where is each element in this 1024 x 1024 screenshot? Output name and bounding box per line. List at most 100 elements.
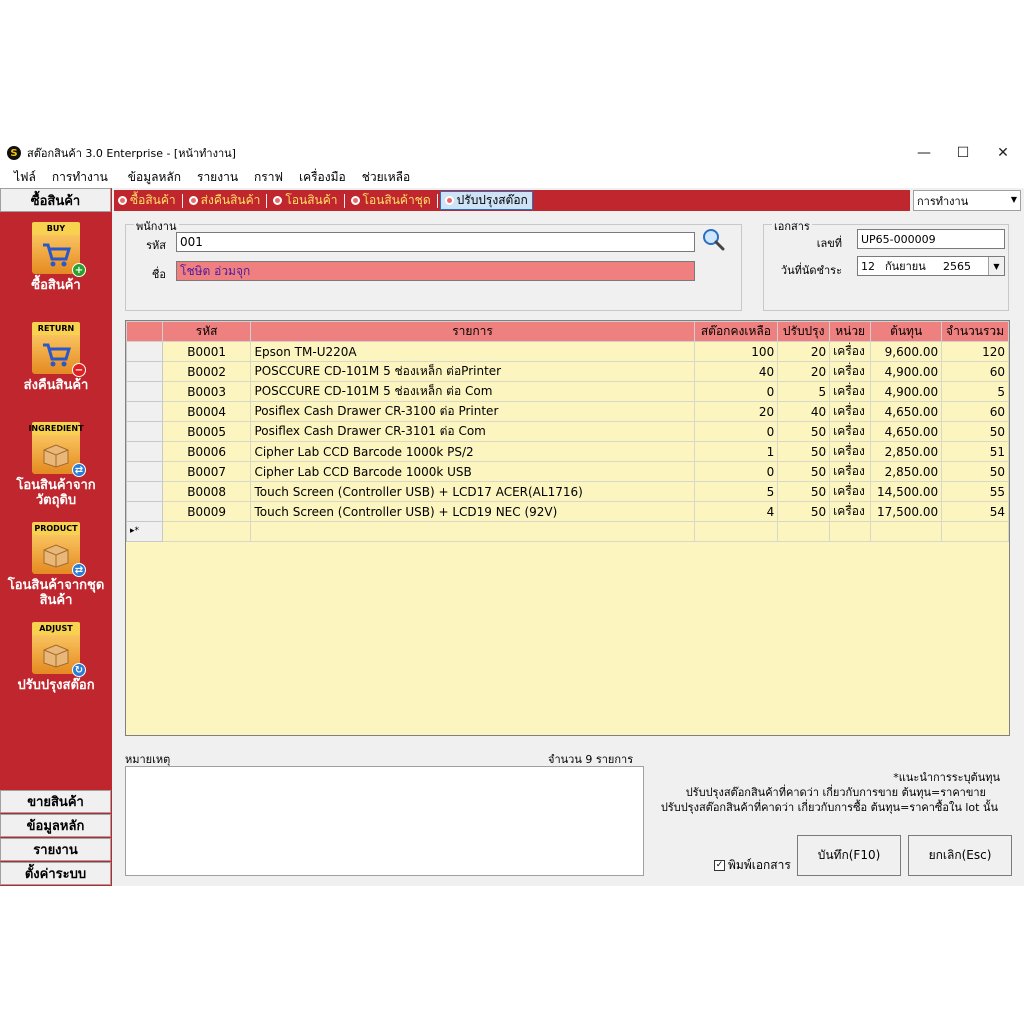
minimize-button[interactable]: — [904, 140, 944, 166]
save-button[interactable]: บันทึก(F10) [797, 835, 901, 876]
new-row-cell[interactable] [777, 521, 831, 542]
due-date-picker[interactable]: 12 กันยายน 2565 ▼ [857, 256, 1005, 276]
cell-item[interactable]: Posiflex Cash Drawer CR-3101 ต่อ Com [250, 421, 695, 442]
work-select[interactable]: การทำงาน ▼ [913, 190, 1021, 211]
cell-code[interactable]: B0006 [161, 441, 252, 462]
notes-textarea[interactable] [125, 766, 644, 876]
table-row[interactable]: B0002 POSCCURE CD-101M 5 ช่องเหล็ก ต่อPri… [126, 361, 1009, 382]
cell-unit[interactable]: เครื่อง [829, 481, 872, 502]
menu-tools[interactable]: เครื่องมือ [291, 168, 354, 187]
cell-cost[interactable]: 2,850.00 [870, 441, 943, 462]
cell-adjust[interactable]: 50 [777, 481, 831, 502]
cell-unit[interactable]: เครื่อง [829, 361, 872, 382]
cell-stock[interactable]: 0 [693, 381, 779, 402]
new-row-cell[interactable] [161, 521, 252, 542]
cell-code[interactable]: B0001 [161, 341, 252, 362]
menu-master-data[interactable]: ข้อมูลหลัก [120, 168, 189, 187]
menu-graph[interactable]: กราฟ [246, 168, 291, 187]
grid-header-code[interactable]: รหัส [161, 321, 252, 342]
grid-header-stock[interactable]: สต๊อกคงเหลือ [693, 321, 779, 342]
cell-stock[interactable]: 40 [693, 361, 779, 382]
sidebar-header[interactable]: ซื้อสินค้า [0, 188, 111, 212]
cell-code[interactable]: B0008 [161, 481, 252, 502]
cell-unit[interactable]: เครื่อง [829, 501, 872, 522]
new-row-cell[interactable] [693, 521, 779, 542]
sidebar-item-adjust[interactable]: ADJUST ↻ ปรับปรุงสต๊อก [0, 622, 112, 693]
row-selector[interactable] [126, 481, 163, 502]
row-selector[interactable] [126, 421, 163, 442]
cell-total[interactable]: 51 [941, 441, 1009, 462]
cell-unit[interactable]: เครื่อง [829, 421, 872, 442]
cell-total[interactable]: 5 [941, 381, 1009, 402]
grid-header-item[interactable]: รายการ [250, 321, 695, 342]
row-selector[interactable] [126, 461, 163, 482]
cell-unit[interactable]: เครื่อง [829, 441, 872, 462]
cell-cost[interactable]: 4,650.00 [870, 401, 943, 422]
menu-reports[interactable]: รายงาน [189, 168, 246, 187]
cell-stock[interactable]: 5 [693, 481, 779, 502]
cell-stock[interactable]: 0 [693, 461, 779, 482]
tab-buy[interactable]: ซื้อสินค้า [114, 191, 180, 210]
employee-code-field[interactable]: 001 [176, 232, 695, 252]
table-row[interactable]: B0005 Posiflex Cash Drawer CR-3101 ต่อ Co… [126, 421, 1009, 442]
menu-file[interactable]: ไฟล์ [0, 168, 44, 187]
cell-stock[interactable]: 1 [693, 441, 779, 462]
cell-adjust[interactable]: 50 [777, 441, 831, 462]
cell-item[interactable]: Posiflex Cash Drawer CR-3100 ต่อ Printer [250, 401, 695, 422]
new-row-cell[interactable] [941, 521, 1009, 542]
cell-cost[interactable]: 9,600.00 [870, 341, 943, 362]
row-selector[interactable] [126, 401, 163, 422]
cell-item[interactable]: Touch Screen (Controller USB) + LCD19 NE… [250, 501, 695, 522]
cell-stock[interactable]: 20 [693, 401, 779, 422]
tab-adjust-stock[interactable]: ปรับปรุงสต๊อก [439, 191, 533, 210]
menu-operations[interactable]: การทำงาน [44, 168, 116, 187]
grid-header-total[interactable]: จำนวนรวม [941, 321, 1009, 342]
row-selector[interactable] [126, 361, 163, 382]
sidebar-item-product[interactable]: PRODUCT ⇄ โอนสินค้าจากชุด สินค้า [0, 522, 112, 608]
cell-cost[interactable]: 17,500.00 [870, 501, 943, 522]
row-selector[interactable] [126, 341, 163, 362]
cell-total[interactable]: 120 [941, 341, 1009, 362]
grid-header-adjust[interactable]: ปรับปรุง [777, 321, 831, 342]
cell-item[interactable]: Cipher Lab CCD Barcode 1000k USB [250, 461, 695, 482]
cell-cost[interactable]: 4,900.00 [870, 381, 943, 402]
cell-item[interactable]: Touch Screen (Controller USB) + LCD17 AC… [250, 481, 695, 502]
sidebar-section-settings[interactable]: ตั้งค่าระบบ [0, 862, 111, 885]
cell-stock[interactable]: 100 [693, 341, 779, 362]
cancel-button[interactable]: ยกเลิก(Esc) [908, 835, 1012, 876]
grid-header-cost[interactable]: ต้นทุน [870, 321, 943, 342]
cell-unit[interactable]: เครื่อง [829, 401, 872, 422]
cell-total[interactable]: 50 [941, 421, 1009, 442]
cell-cost[interactable]: 14,500.00 [870, 481, 943, 502]
print-document-checkbox[interactable]: ✓ พิมพ์เอกสาร [714, 856, 791, 875]
grid-header-unit[interactable]: หน่วย [829, 321, 872, 342]
cell-code[interactable]: B0002 [161, 361, 252, 382]
cell-item[interactable]: POSCCURE CD-101M 5 ช่องเหล็ก ต่อ Com [250, 381, 695, 402]
cell-unit[interactable]: เครื่อง [829, 341, 872, 362]
table-row[interactable]: B0004 Posiflex Cash Drawer CR-3100 ต่อ Pr… [126, 401, 1009, 422]
cell-code[interactable]: B0004 [161, 401, 252, 422]
document-number-field[interactable]: UP65-000009 [857, 229, 1005, 249]
cell-cost[interactable]: 2,850.00 [870, 461, 943, 482]
cell-adjust[interactable]: 20 [777, 341, 831, 362]
cell-adjust[interactable]: 5 [777, 381, 831, 402]
cell-adjust[interactable]: 50 [777, 461, 831, 482]
sidebar-section-reports[interactable]: รายงาน [0, 838, 111, 861]
cell-code[interactable]: B0003 [161, 381, 252, 402]
table-row[interactable]: B0007 Cipher Lab CCD Barcode 1000k USB 0 50… [126, 461, 1009, 482]
cell-cost[interactable]: 4,900.00 [870, 361, 943, 382]
new-row-cell[interactable] [829, 521, 872, 542]
cell-adjust[interactable]: 20 [777, 361, 831, 382]
sidebar-section-sales[interactable]: ขายสินค้า [0, 790, 111, 813]
sidebar-item-return[interactable]: RETURN − ส่งคืนสินค้า [0, 322, 112, 393]
cell-unit[interactable]: เครื่อง [829, 381, 872, 402]
row-selector[interactable] [126, 381, 163, 402]
cell-item[interactable]: Epson TM-U220A [250, 341, 695, 362]
sidebar-item-buy[interactable]: BUY + ซื้อสินค้า [0, 222, 112, 293]
table-row[interactable]: B0008 Touch Screen (Controller USB) + LCD… [126, 481, 1009, 502]
cell-item[interactable]: POSCCURE CD-101M 5 ช่องเหล็ก ต่อPrinter [250, 361, 695, 382]
cell-total[interactable]: 55 [941, 481, 1009, 502]
cell-adjust[interactable]: 40 [777, 401, 831, 422]
row-selector[interactable] [126, 441, 163, 462]
cell-item[interactable]: Cipher Lab CCD Barcode 1000k PS/2 [250, 441, 695, 462]
